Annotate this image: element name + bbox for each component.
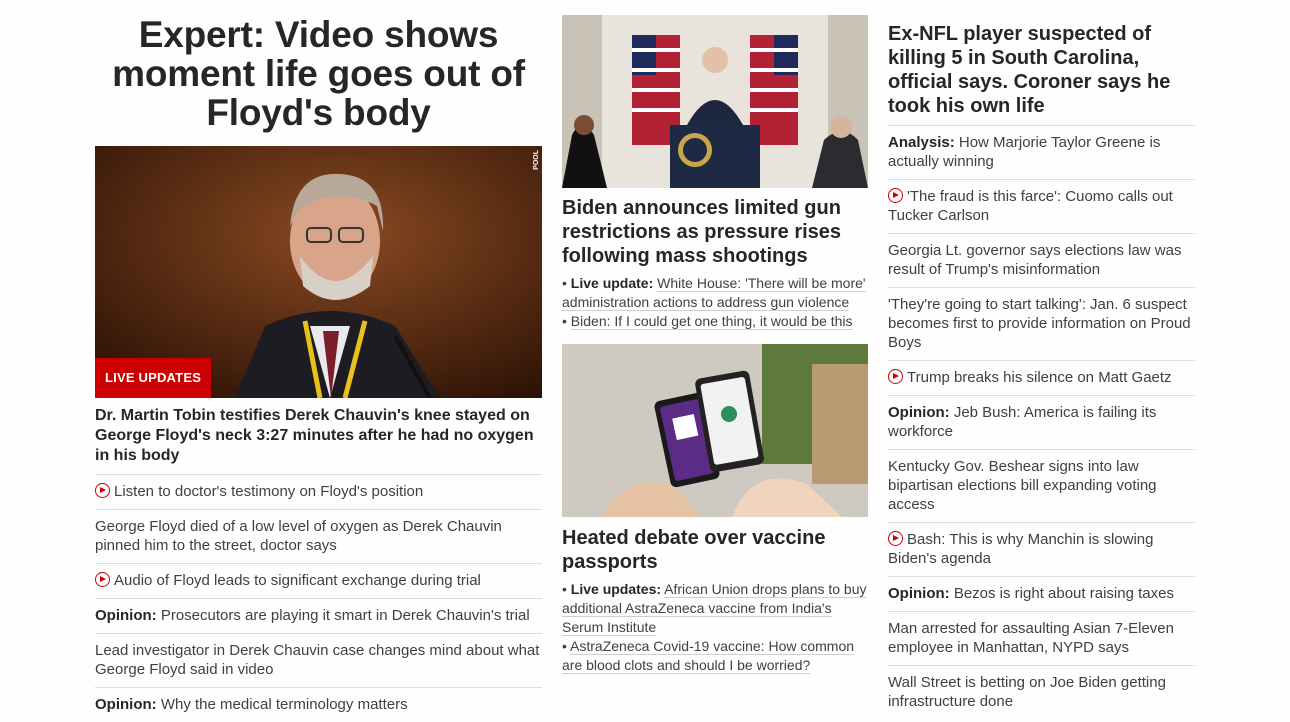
- item-text: Man arrested for assaulting Asian 7-Elev…: [888, 620, 1174, 656]
- vaccine-story-image[interactable]: [562, 344, 868, 517]
- play-video-icon: [95, 483, 110, 498]
- item-text: Lead investigator in Derek Chauvin case …: [95, 642, 540, 678]
- list-item[interactable]: Wall Street is betting on Joe Biden gett…: [888, 665, 1195, 719]
- photo-credit: POOL: [533, 150, 540, 170]
- list-item[interactable]: Opinion: Bezos is right about raising ta…: [888, 576, 1195, 611]
- lead-banner-headline[interactable]: Expert: Video shows moment life goes out…: [95, 15, 542, 132]
- vaccine-story-bullets: • Live updates: African Union drops plan…: [562, 580, 868, 675]
- item-text: Wall Street is betting on Joe Biden gett…: [888, 674, 1166, 710]
- item-text: Listen to doctor's testimony on Floyd's …: [114, 483, 424, 500]
- list-item[interactable]: Man arrested for assaulting Asian 7-Elev…: [888, 611, 1195, 665]
- item-text: Bash: This is why Manchin is slowing Bid…: [888, 531, 1154, 567]
- list-item[interactable]: Georgia Lt. governor says elections law …: [888, 233, 1195, 287]
- item-prefix: Opinion:: [888, 404, 950, 421]
- item-prefix: Opinion:: [95, 607, 157, 624]
- list-item[interactable]: Kentucky Gov. Beshear signs into law bip…: [888, 449, 1195, 522]
- item-prefix: Analysis:: [888, 134, 955, 151]
- phones-photo: [562, 344, 868, 517]
- list-item[interactable]: Audio of Floyd leads to significant exch…: [95, 563, 542, 598]
- list-item[interactable]: Lead investigator in Derek Chauvin case …: [95, 633, 542, 687]
- item-text: Trump breaks his silence on Matt Gaetz: [907, 369, 1172, 386]
- item-text: Georgia Lt. governor says elections law …: [888, 242, 1182, 278]
- play-video-icon: [888, 531, 903, 546]
- item-text: Kentucky Gov. Beshear signs into law bip…: [888, 458, 1157, 513]
- gun-story-image[interactable]: [562, 15, 868, 188]
- play-video-icon: [888, 188, 903, 203]
- list-item[interactable]: Opinion: Why the medical terminology mat…: [95, 687, 542, 722]
- item-text: 'They're going to start talking': Jan. 6…: [888, 296, 1191, 351]
- bullet-text: Biden: If I could get one thing, it woul…: [570, 313, 853, 330]
- item-text: 'The fraud is this farce': Cuomo calls o…: [888, 188, 1173, 224]
- item-text: Prosecutors are playing it smart in Dere…: [160, 607, 530, 624]
- vaccine-story-headline[interactable]: Heated debate over vaccine passports: [562, 526, 868, 574]
- lead-related-list: Listen to doctor's testimony on Floyd's …: [95, 474, 542, 722]
- podium-photo: [562, 15, 868, 188]
- bullet-item[interactable]: • Live updates: African Union drops plan…: [562, 580, 868, 637]
- list-item[interactable]: Opinion: Jeb Bush: America is failing it…: [888, 395, 1195, 449]
- list-item[interactable]: 'The fraud is this farce': Cuomo calls o…: [888, 179, 1195, 233]
- list-item[interactable]: George Floyd died of a low level of oxyg…: [95, 509, 542, 563]
- gun-story-headline[interactable]: Biden announces limited gun restrictions…: [562, 196, 868, 268]
- bullet-prefix: Live update:: [570, 275, 654, 291]
- right-column: Ex-NFL player suspected of killing 5 in …: [888, 0, 1195, 719]
- nfl-story-headline[interactable]: Ex-NFL player suspected of killing 5 in …: [888, 22, 1195, 118]
- bullet-text: AstraZeneca Covid-19 vaccine: How common…: [562, 638, 855, 674]
- list-item[interactable]: Analysis: How Marjorie Taylor Greene is …: [888, 125, 1195, 179]
- lead-story-image[interactable]: POOL LIVE UPDATES: [95, 146, 542, 398]
- list-item[interactable]: Trump breaks his silence on Matt Gaetz: [888, 360, 1195, 395]
- list-item[interactable]: Opinion: Prosecutors are playing it smar…: [95, 598, 542, 633]
- bullet-prefix: Live updates:: [570, 581, 662, 597]
- headline-list: Analysis: How Marjorie Taylor Greene is …: [888, 125, 1195, 719]
- item-prefix: Opinion:: [95, 696, 157, 713]
- item-prefix: Opinion:: [888, 585, 950, 602]
- list-item[interactable]: Listen to doctor's testimony on Floyd's …: [95, 474, 542, 509]
- lead-story-column: Expert: Video shows moment life goes out…: [95, 0, 542, 722]
- bullet-item[interactable]: • Biden: If I could get one thing, it wo…: [562, 312, 868, 331]
- gun-story-bullets: • Live update: White House: 'There will …: [562, 274, 868, 331]
- item-text: Bezos is right about raising taxes: [953, 585, 1174, 602]
- list-item[interactable]: Bash: This is why Manchin is slowing Bid…: [888, 522, 1195, 576]
- middle-column: Biden announces limited gun restrictions…: [562, 0, 868, 675]
- item-text: George Floyd died of a low level of oxyg…: [95, 518, 502, 554]
- item-text: Audio of Floyd leads to significant exch…: [114, 572, 481, 589]
- live-updates-badge[interactable]: LIVE UPDATES: [95, 358, 212, 398]
- lead-story-headline[interactable]: Dr. Martin Tobin testifies Derek Chauvin…: [95, 406, 542, 466]
- bullet-item[interactable]: • AstraZeneca Covid-19 vaccine: How comm…: [562, 637, 868, 675]
- play-video-icon: [95, 572, 110, 587]
- item-text: Why the medical terminology matters: [160, 696, 408, 713]
- list-item[interactable]: 'They're going to start talking': Jan. 6…: [888, 287, 1195, 360]
- play-video-icon: [888, 369, 903, 384]
- bullet-item[interactable]: • Live update: White House: 'There will …: [562, 274, 868, 312]
